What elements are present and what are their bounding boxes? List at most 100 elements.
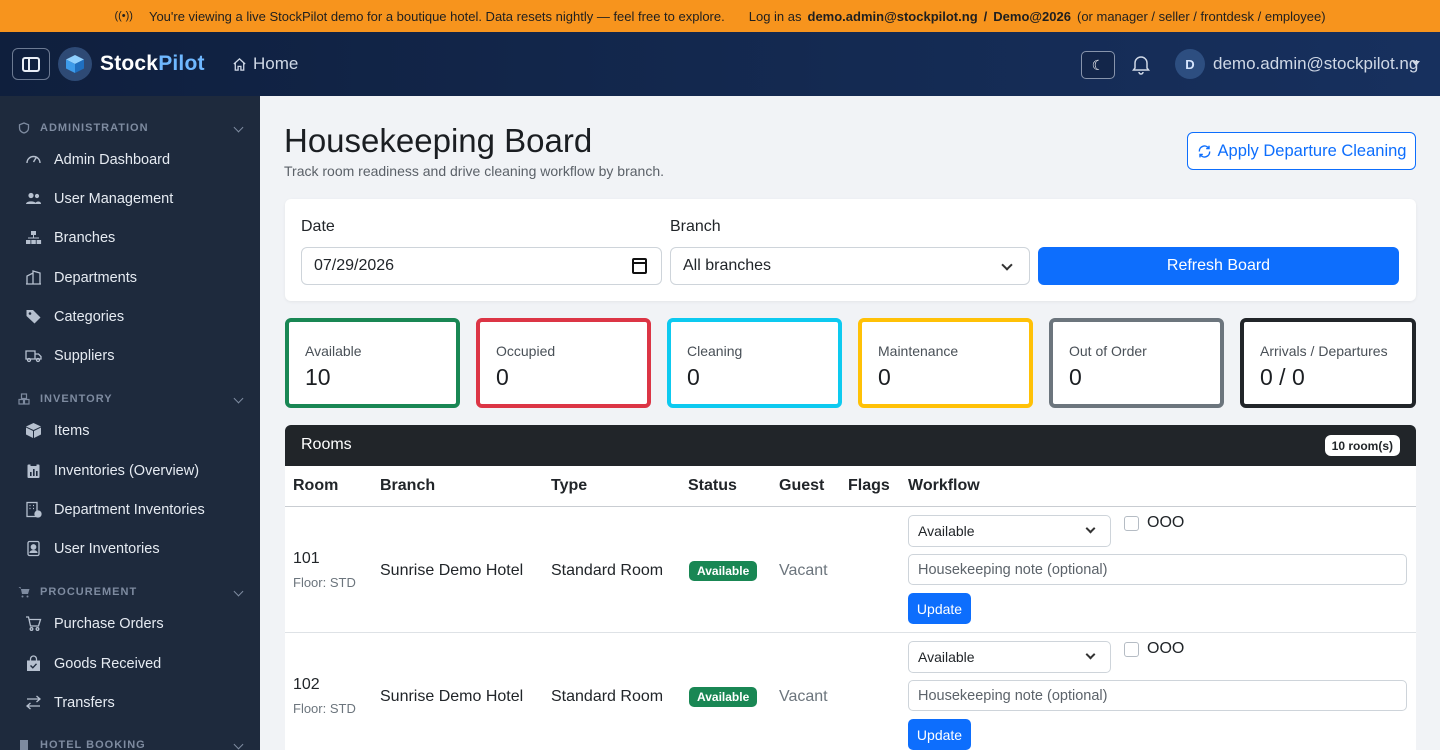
tags-icon — [25, 308, 42, 325]
sidebar-item-label: Branches — [54, 229, 116, 246]
room-type: Standard Room — [551, 688, 664, 705]
workflow-value: Available — [918, 649, 975, 665]
theme-toggle-button[interactable]: ☾ — [1081, 51, 1115, 79]
home-link[interactable]: Home — [232, 54, 298, 74]
room-floor: Floor: STD — [293, 575, 356, 590]
sidebar-item-branches[interactable]: Branches — [25, 229, 115, 246]
status-badge: Available — [689, 687, 758, 707]
stat-card-occupied: Occupied 0 — [476, 318, 651, 408]
room-guest: Vacant — [779, 562, 828, 579]
refresh-board-button[interactable]: Refresh Board — [1038, 247, 1399, 285]
page-title: Housekeeping Board — [284, 122, 593, 159]
sidebar-item-suppliers[interactable]: Suppliers — [25, 347, 114, 364]
chevron-down-icon — [233, 393, 244, 404]
sidebar-section-inventory[interactable]: INVENTORY — [18, 393, 244, 405]
sidebar-toggle-button[interactable] — [12, 48, 50, 80]
chevron-down-icon — [233, 586, 244, 597]
workflow-select[interactable]: Available — [908, 515, 1111, 547]
date-input[interactable]: 07/29/2026 — [301, 247, 662, 285]
ooo-checkbox[interactable] — [1124, 642, 1139, 657]
ooo-label[interactable]: OOO — [1147, 514, 1184, 532]
room-branch: Sunrise Demo Hotel — [380, 688, 524, 705]
housekeeping-note-input[interactable]: Housekeeping note (optional) — [908, 554, 1407, 585]
date-label: Date — [301, 218, 335, 235]
sidebar-item-goods-received[interactable]: Goods Received — [25, 655, 161, 672]
home-label: Home — [253, 54, 299, 73]
housekeeping-note-input[interactable]: Housekeeping note (optional) — [908, 680, 1407, 711]
sidebar-item-department-inventories[interactable]: Department Inventories — [25, 501, 205, 518]
caret-down-icon[interactable] — [1412, 61, 1420, 66]
ooo-label[interactable]: OOO — [1147, 640, 1184, 658]
sidebar-item-label: User Management — [54, 190, 174, 207]
shield-icon — [18, 122, 30, 134]
sidebar-item-purchase-orders[interactable]: Purchase Orders — [25, 615, 164, 632]
branch-select[interactable]: All branches — [670, 247, 1030, 285]
box-icon — [25, 422, 42, 439]
sidebar-section-hotel-booking[interactable]: HOTEL BOOKING — [18, 739, 244, 750]
sidebar-item-label: Inventories (Overview) — [54, 462, 200, 479]
building-icon — [25, 269, 42, 286]
sidebar-item-items[interactable]: Items — [25, 422, 89, 439]
calendar-icon[interactable] — [632, 258, 647, 274]
chevron-down-icon — [233, 739, 244, 750]
column-header-room: Room — [293, 477, 339, 494]
apply-departure-cleaning-button[interactable]: Apply Departure Cleaning — [1187, 132, 1416, 170]
banner-login-sep: / — [983, 8, 988, 24]
ooo-checkbox[interactable] — [1124, 516, 1139, 531]
stat-card-cleaning: Cleaning 0 — [667, 318, 842, 408]
stat-label: Cleaning — [687, 343, 743, 359]
sidebar-item-label: Goods Received — [54, 655, 162, 672]
sidebar-item-admin-dashboard[interactable]: Admin Dashboard — [25, 151, 170, 168]
banner-text: You're viewing a live StockPilot demo fo… — [148, 8, 725, 24]
cube-icon — [66, 55, 84, 73]
arrow-left-right-icon — [25, 694, 42, 711]
sidebar-item-label: Transfers — [54, 694, 115, 711]
bag-check-icon — [25, 655, 42, 672]
chevron-down-icon — [1001, 259, 1013, 271]
branch-label: Branch — [670, 218, 721, 235]
sidebar-item-user-inventories[interactable]: User Inventories — [25, 540, 160, 557]
sidebar-item-departments[interactable]: Departments — [25, 269, 137, 286]
person-badge-icon — [25, 540, 42, 557]
column-header-guest: Guest — [779, 477, 825, 494]
stat-card-maintenance: Maintenance 0 — [858, 318, 1033, 408]
sidebar-section-title: HOTEL BOOKING — [40, 739, 146, 750]
building-check-icon — [25, 501, 42, 518]
sidebar-section-administration[interactable]: ADMINISTRATION — [18, 122, 244, 134]
rooms-title: Rooms — [301, 436, 352, 453]
logo — [58, 47, 92, 81]
stat-card-arrivals-departures: Arrivals / Departures 0 / 0 — [1240, 318, 1416, 408]
bell-icon[interactable] — [1130, 53, 1152, 75]
sidebar-section-title: PROCUREMENT — [40, 586, 138, 598]
demo-banner: ((•)) You're viewing a live StockPilot d… — [0, 0, 1440, 32]
update-button[interactable]: Update — [908, 719, 971, 750]
truck-icon — [25, 347, 42, 364]
column-header-workflow: Workflow — [908, 477, 980, 494]
column-header-branch: Branch — [380, 477, 436, 494]
sidebar-item-transfers[interactable]: Transfers — [25, 694, 115, 711]
room-number: 101 — [293, 550, 320, 567]
stat-value: 0 — [496, 364, 509, 390]
rooms-count-badge: 10 room(s) — [1324, 435, 1400, 456]
room-floor: Floor: STD — [293, 701, 356, 716]
avatar[interactable]: D — [1175, 49, 1205, 79]
top-navbar: StockPilot Home ☾ D demo.admin@stockpilo… — [0, 32, 1440, 96]
sidebar-item-label: Department Inventories — [54, 501, 205, 518]
sidebar-section-procurement[interactable]: PROCUREMENT — [18, 586, 244, 598]
sidebar-item-label: Items — [54, 422, 90, 439]
stat-card-out-of-order: Out of Order 0 — [1049, 318, 1224, 408]
sidebar-section-title: ADMINISTRATION — [40, 122, 149, 134]
page-subtitle: Track room readiness and drive cleaning … — [284, 163, 664, 179]
filter-card: Date 07/29/2026 Branch All branches Refr… — [285, 199, 1416, 301]
banner-login-prefix: Log in as — [748, 8, 802, 24]
update-button[interactable]: Update — [908, 593, 971, 624]
sidebar-item-categories[interactable]: Categories — [25, 308, 124, 325]
brand-name[interactable]: StockPilot — [100, 52, 205, 76]
sidebar-item-inventories-overview[interactable]: Inventories (Overview) — [25, 462, 199, 479]
sidebar: ADMINISTRATION Admin Dashboard User Mana… — [0, 96, 260, 750]
room-guest: Vacant — [779, 688, 828, 705]
column-header-flags: Flags — [848, 477, 890, 494]
user-menu[interactable]: demo.admin@stockpilot.ng — [1213, 54, 1418, 74]
sidebar-item-user-management[interactable]: User Management — [25, 190, 173, 207]
workflow-select[interactable]: Available — [908, 641, 1111, 673]
